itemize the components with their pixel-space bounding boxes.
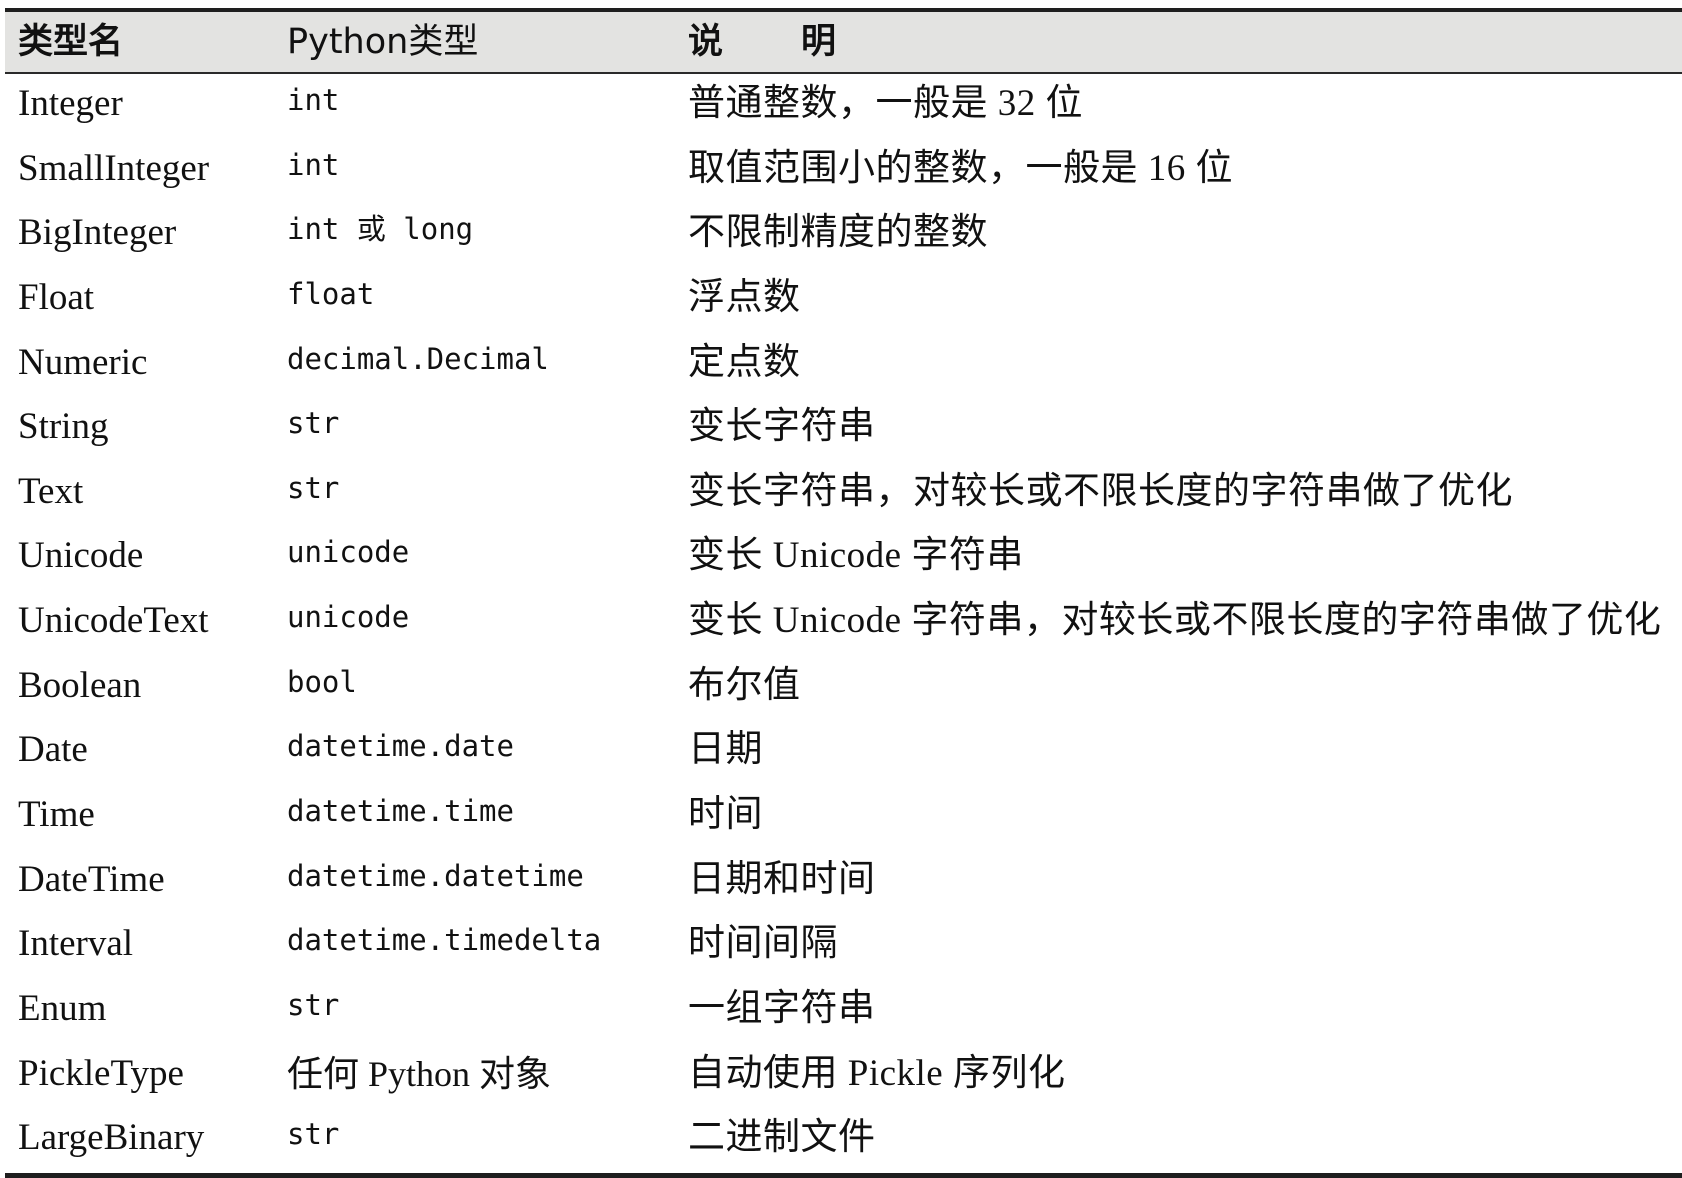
cell-description: 日期和时间 bbox=[688, 858, 876, 900]
table-row: UnicodeText unicode 变长 Unicode 字符串，对较长或不限长… bbox=[5, 591, 1682, 656]
table-row: Enum str 一组字符串 bbox=[5, 979, 1682, 1044]
header-python-type: Python类型 bbox=[287, 22, 479, 62]
header-type-name: 类型名 bbox=[18, 22, 124, 62]
cell-type-name: Date bbox=[18, 729, 88, 771]
table-row: Date datetime.date 日期 bbox=[5, 720, 1682, 785]
header-description: 说明 bbox=[688, 20, 836, 64]
cell-python-type: int bbox=[287, 83, 340, 117]
table-row: PickleType 任何 Python 对象 自动使用 Pickle 序列化 bbox=[5, 1044, 1682, 1109]
cell-python-type: datetime.datetime bbox=[287, 858, 584, 893]
cell-type-name: SmallInteger bbox=[18, 147, 210, 189]
cell-python-type: float bbox=[287, 276, 375, 311]
cell-type-name: UnicodeText bbox=[18, 600, 209, 642]
table-row: LargeBinary str 二进制文件 bbox=[5, 1108, 1682, 1173]
cell-type-name: Interval bbox=[18, 923, 134, 965]
header-description-part-1: 说 bbox=[688, 22, 724, 62]
cell-type-name: Boolean bbox=[18, 664, 142, 706]
table-row: Text str 变长字符串，对较长或不限长度的字符串做了优化 bbox=[5, 462, 1682, 527]
table-row: String str 变长字符串 bbox=[5, 397, 1682, 462]
cell-python-type: datetime.timedelta bbox=[287, 923, 602, 958]
cell-python-type: decimal.Decimal bbox=[287, 341, 549, 376]
table-row: Unicode unicode 变长 Unicode 字符串 bbox=[5, 526, 1682, 591]
table-row: Float float 浮点数 bbox=[5, 268, 1682, 333]
cell-type-name: PickleType bbox=[18, 1052, 184, 1094]
table-row: Integer int 普通整数，一般是 32 位 bbox=[5, 74, 1682, 139]
table-row: Interval datetime.timedelta 时间间隔 bbox=[5, 914, 1682, 979]
header-description-part-2: 明 bbox=[801, 22, 837, 62]
table-row: SmallInteger int 取值范围小的整数，一般是 16 位 bbox=[5, 139, 1682, 204]
cell-description: 取值范围小的整数，一般是 16 位 bbox=[688, 147, 1233, 189]
cell-description: 日期 bbox=[688, 729, 763, 771]
cell-python-type: unicode bbox=[287, 600, 410, 635]
cell-python-type: str bbox=[287, 987, 340, 1022]
cell-python-type: datetime.date bbox=[287, 729, 514, 764]
table-row: Numeric decimal.Decimal 定点数 bbox=[5, 333, 1682, 398]
cell-type-name: Time bbox=[18, 794, 95, 836]
cell-description: 变长 Unicode 字符串，对较长或不限长度的字符串做了优化 bbox=[688, 600, 1662, 642]
cell-python-type: str bbox=[287, 1117, 340, 1152]
cell-python-type: int 或 long bbox=[287, 212, 474, 247]
cell-type-name: Numeric bbox=[18, 341, 148, 383]
cell-description: 浮点数 bbox=[688, 276, 801, 318]
table-row: DateTime datetime.datetime 日期和时间 bbox=[5, 850, 1682, 915]
cell-python-type: datetime.time bbox=[287, 794, 514, 829]
cell-python-type: str bbox=[287, 470, 340, 505]
sqlalchemy-types-table: 类型名 Python类型 说明 Integer int 普通整数，一般是 32 位S… bbox=[5, 8, 1682, 1178]
cell-description: 变长 Unicode 字符串 bbox=[688, 535, 1024, 577]
cell-description: 变长字符串 bbox=[688, 406, 876, 448]
cell-description: 时间间隔 bbox=[688, 923, 838, 965]
cell-description: 布尔值 bbox=[688, 664, 801, 706]
cell-type-name: Text bbox=[18, 470, 84, 512]
cell-type-name: String bbox=[18, 406, 109, 448]
cell-python-type: str bbox=[287, 406, 340, 441]
cell-type-name: Integer bbox=[18, 83, 123, 124]
table-body: Integer int 普通整数，一般是 32 位 SmallInteger int 取值… bbox=[5, 74, 1682, 1173]
table-row: Time datetime.time 时间 bbox=[5, 785, 1682, 850]
cell-description: 定点数 bbox=[688, 341, 801, 383]
cell-description: 不限制精度的整数 bbox=[688, 212, 988, 254]
cell-type-name: Unicode bbox=[18, 535, 144, 577]
cell-python-type: bool bbox=[287, 664, 357, 699]
cell-type-name: Float bbox=[18, 276, 95, 318]
cell-python-type: unicode bbox=[287, 535, 410, 570]
cell-description: 二进制文件 bbox=[688, 1117, 876, 1159]
cell-python-type: int bbox=[287, 147, 340, 182]
cell-description: 一组字符串 bbox=[688, 987, 876, 1029]
table-row: Boolean bool 布尔值 bbox=[5, 656, 1682, 721]
cell-python-type: 任何 Python 对象 bbox=[287, 1053, 552, 1094]
cell-description: 普通整数，一般是 32 位 bbox=[688, 83, 1083, 124]
cell-description: 变长字符串，对较长或不限长度的字符串做了优化 bbox=[688, 470, 1513, 512]
cell-type-name: Enum bbox=[18, 987, 107, 1029]
table-header: 类型名 Python类型 说明 bbox=[5, 12, 1682, 74]
cell-type-name: LargeBinary bbox=[18, 1117, 205, 1159]
table-row: BigInteger int 或 long 不限制精度的整数 bbox=[5, 203, 1682, 268]
cell-description: 时间 bbox=[688, 794, 763, 836]
cell-description: 自动使用 Pickle 序列化 bbox=[688, 1052, 1066, 1094]
cell-type-name: DateTime bbox=[18, 858, 165, 900]
cell-type-name: BigInteger bbox=[18, 212, 177, 254]
